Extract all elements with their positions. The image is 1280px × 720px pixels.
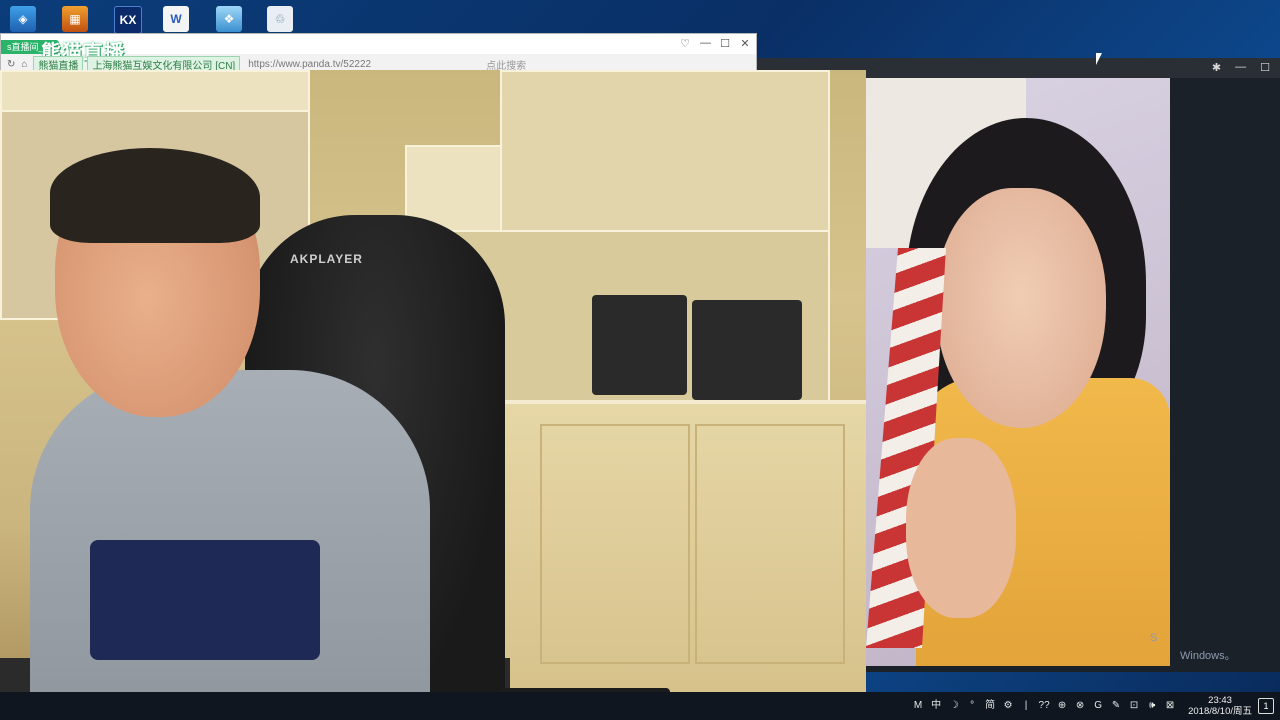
refresh-icon[interactable]: ↻ [7,59,15,70]
cabinet-door [540,424,690,664]
video-call-window-controls: ✱ — ☐ [1212,61,1270,74]
minimize-button[interactable]: — [1235,61,1246,74]
cabinet-door [695,424,845,664]
app-icon-3[interactable]: KX [114,6,142,34]
clock-date: 2018/8/10/周五 [1188,706,1252,717]
app-glyph: ◈ [18,12,28,26]
dot-icon[interactable]: ° [966,700,978,712]
browser-window: s直播间_英 熊猫直播 ♡ — ☐ ✕ ↻ ⌂ 熊猫直播 上海熊猫互娱文化有限公… [0,33,757,73]
mouse-cursor [1096,53,1102,65]
clock-time: 23:43 [1208,695,1232,706]
app-icon-1[interactable]: ◈ [10,6,36,32]
minimize-button[interactable]: — [700,37,711,50]
taskbar: M 中 ☽ ° 简 ⚙ | ?? ⊕ ⊗ G ✎ ⊡ 🕪 ⊠ 23:43 201… [0,692,1280,720]
app-tray-icon[interactable]: ⊠ [1164,700,1176,712]
app-glyph: W [170,12,182,26]
tray-app-icon[interactable]: ?? [1038,700,1050,712]
streamer-video: AKPLAYER [0,70,866,720]
moon-icon[interactable]: ☽ [948,700,960,712]
chair-brand-label: AKPLAYER [290,252,363,266]
tray-item-ime-zh[interactable]: 中 [930,700,942,712]
word-icon[interactable]: W [163,6,189,32]
close-button[interactable]: ✕ [740,37,750,50]
maximize-button[interactable]: ☐ [720,37,730,50]
shield-icon[interactable]: ⊗ [1074,700,1086,712]
app-glyph: ♲ [274,12,286,26]
speaker [592,295,687,395]
browser-titlebar: s直播间_英 熊猫直播 ♡ — ☐ ✕ [1,34,756,64]
watermark-line1: S [1150,632,1158,644]
volume-icon[interactable]: 🕪 [1146,700,1158,712]
app-glyph: ▦ [69,12,81,26]
guest-video [866,78,1170,666]
guest-hand [906,438,1016,618]
network-icon[interactable]: ⊡ [1128,700,1140,712]
clock[interactable]: 23:43 2018/8/10/周五 [1188,695,1252,717]
guest-face [936,188,1106,428]
pen-icon[interactable]: ✎ [1110,700,1122,712]
cabinet [470,400,866,704]
pin-icon[interactable]: ✱ [1212,61,1221,74]
url-text[interactable]: https://www.panda.tv/52222 [248,59,371,70]
shirt-print [90,540,320,660]
g-icon[interactable]: G [1092,700,1104,712]
system-tray: M 中 ☽ ° 简 ⚙ | ?? ⊕ ⊗ G ✎ ⊡ 🕪 ⊠ 23:43 201… [912,692,1252,720]
home-icon[interactable]: ⌂ [21,59,27,70]
notification-icon[interactable]: 1 [1258,698,1274,714]
app-glyph: KX [119,13,137,27]
streamer-hair [50,148,260,243]
globe-icon[interactable]: ⊕ [1056,700,1068,712]
app-icon-2[interactable]: ▦ [62,6,88,32]
separator: | [1024,700,1028,711]
app-glyph: ❖ [223,12,235,26]
tray-item-simplified[interactable]: 简 [984,700,996,712]
tray-item-ime-m[interactable]: M [912,700,924,712]
speaker [692,300,802,400]
app-icon-5[interactable]: ❖ [216,6,242,32]
watermark-line2: Windows。 [1180,650,1236,662]
shelf [500,70,830,240]
gear-icon[interactable]: ⚙ [1002,700,1014,712]
maximize-button[interactable]: ☐ [1260,61,1270,74]
recycle-bin-icon[interactable]: ♲ [267,6,293,32]
browser-window-controls: ♡ — ☐ ✕ [680,37,750,50]
favorite-icon[interactable]: ♡ [680,37,690,50]
